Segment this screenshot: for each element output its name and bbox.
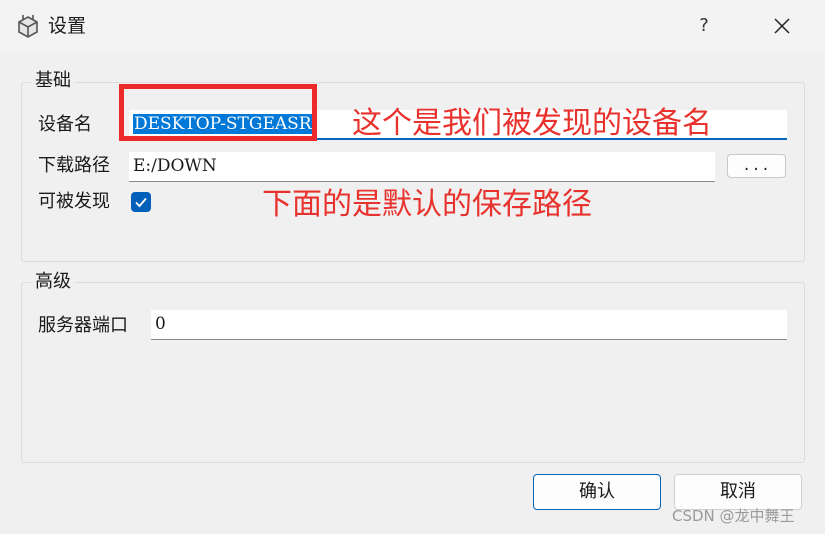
device-name-label: 设备名 bbox=[38, 114, 92, 135]
help-button[interactable]: ? bbox=[684, 10, 724, 42]
ok-button[interactable]: 确认 bbox=[533, 474, 661, 510]
discoverable-checkbox[interactable] bbox=[131, 192, 151, 212]
app-cube-icon bbox=[18, 15, 38, 38]
window-title: 设置 bbox=[48, 15, 87, 37]
advanced-group-title: 高级 bbox=[31, 270, 75, 294]
checkmark-icon bbox=[135, 197, 147, 208]
discoverable-label: 可被发现 bbox=[38, 191, 110, 212]
device-name-annotation: 这个是我们被发现的设备名 bbox=[352, 106, 712, 141]
server-port-input[interactable]: 0 bbox=[151, 310, 787, 340]
browse-button[interactable]: ... bbox=[727, 154, 786, 178]
highlight-box bbox=[119, 84, 317, 141]
download-path-value: E:/DOWN bbox=[133, 156, 217, 176]
cancel-button[interactable]: 取消 bbox=[674, 474, 802, 510]
watermark: CSDN @龙中舞王 bbox=[672, 507, 795, 525]
basic-group-title: 基础 bbox=[31, 69, 75, 93]
server-port-value: 0 bbox=[155, 314, 166, 334]
title-bar: 设置 ? bbox=[0, 0, 825, 52]
download-path-input[interactable]: E:/DOWN bbox=[129, 152, 715, 182]
download-path-annotation: 下面的是默认的保存路径 bbox=[262, 187, 592, 222]
download-path-label: 下载路径 bbox=[38, 155, 110, 176]
server-port-label: 服务器端口 bbox=[38, 315, 128, 336]
close-icon[interactable] bbox=[760, 8, 804, 44]
